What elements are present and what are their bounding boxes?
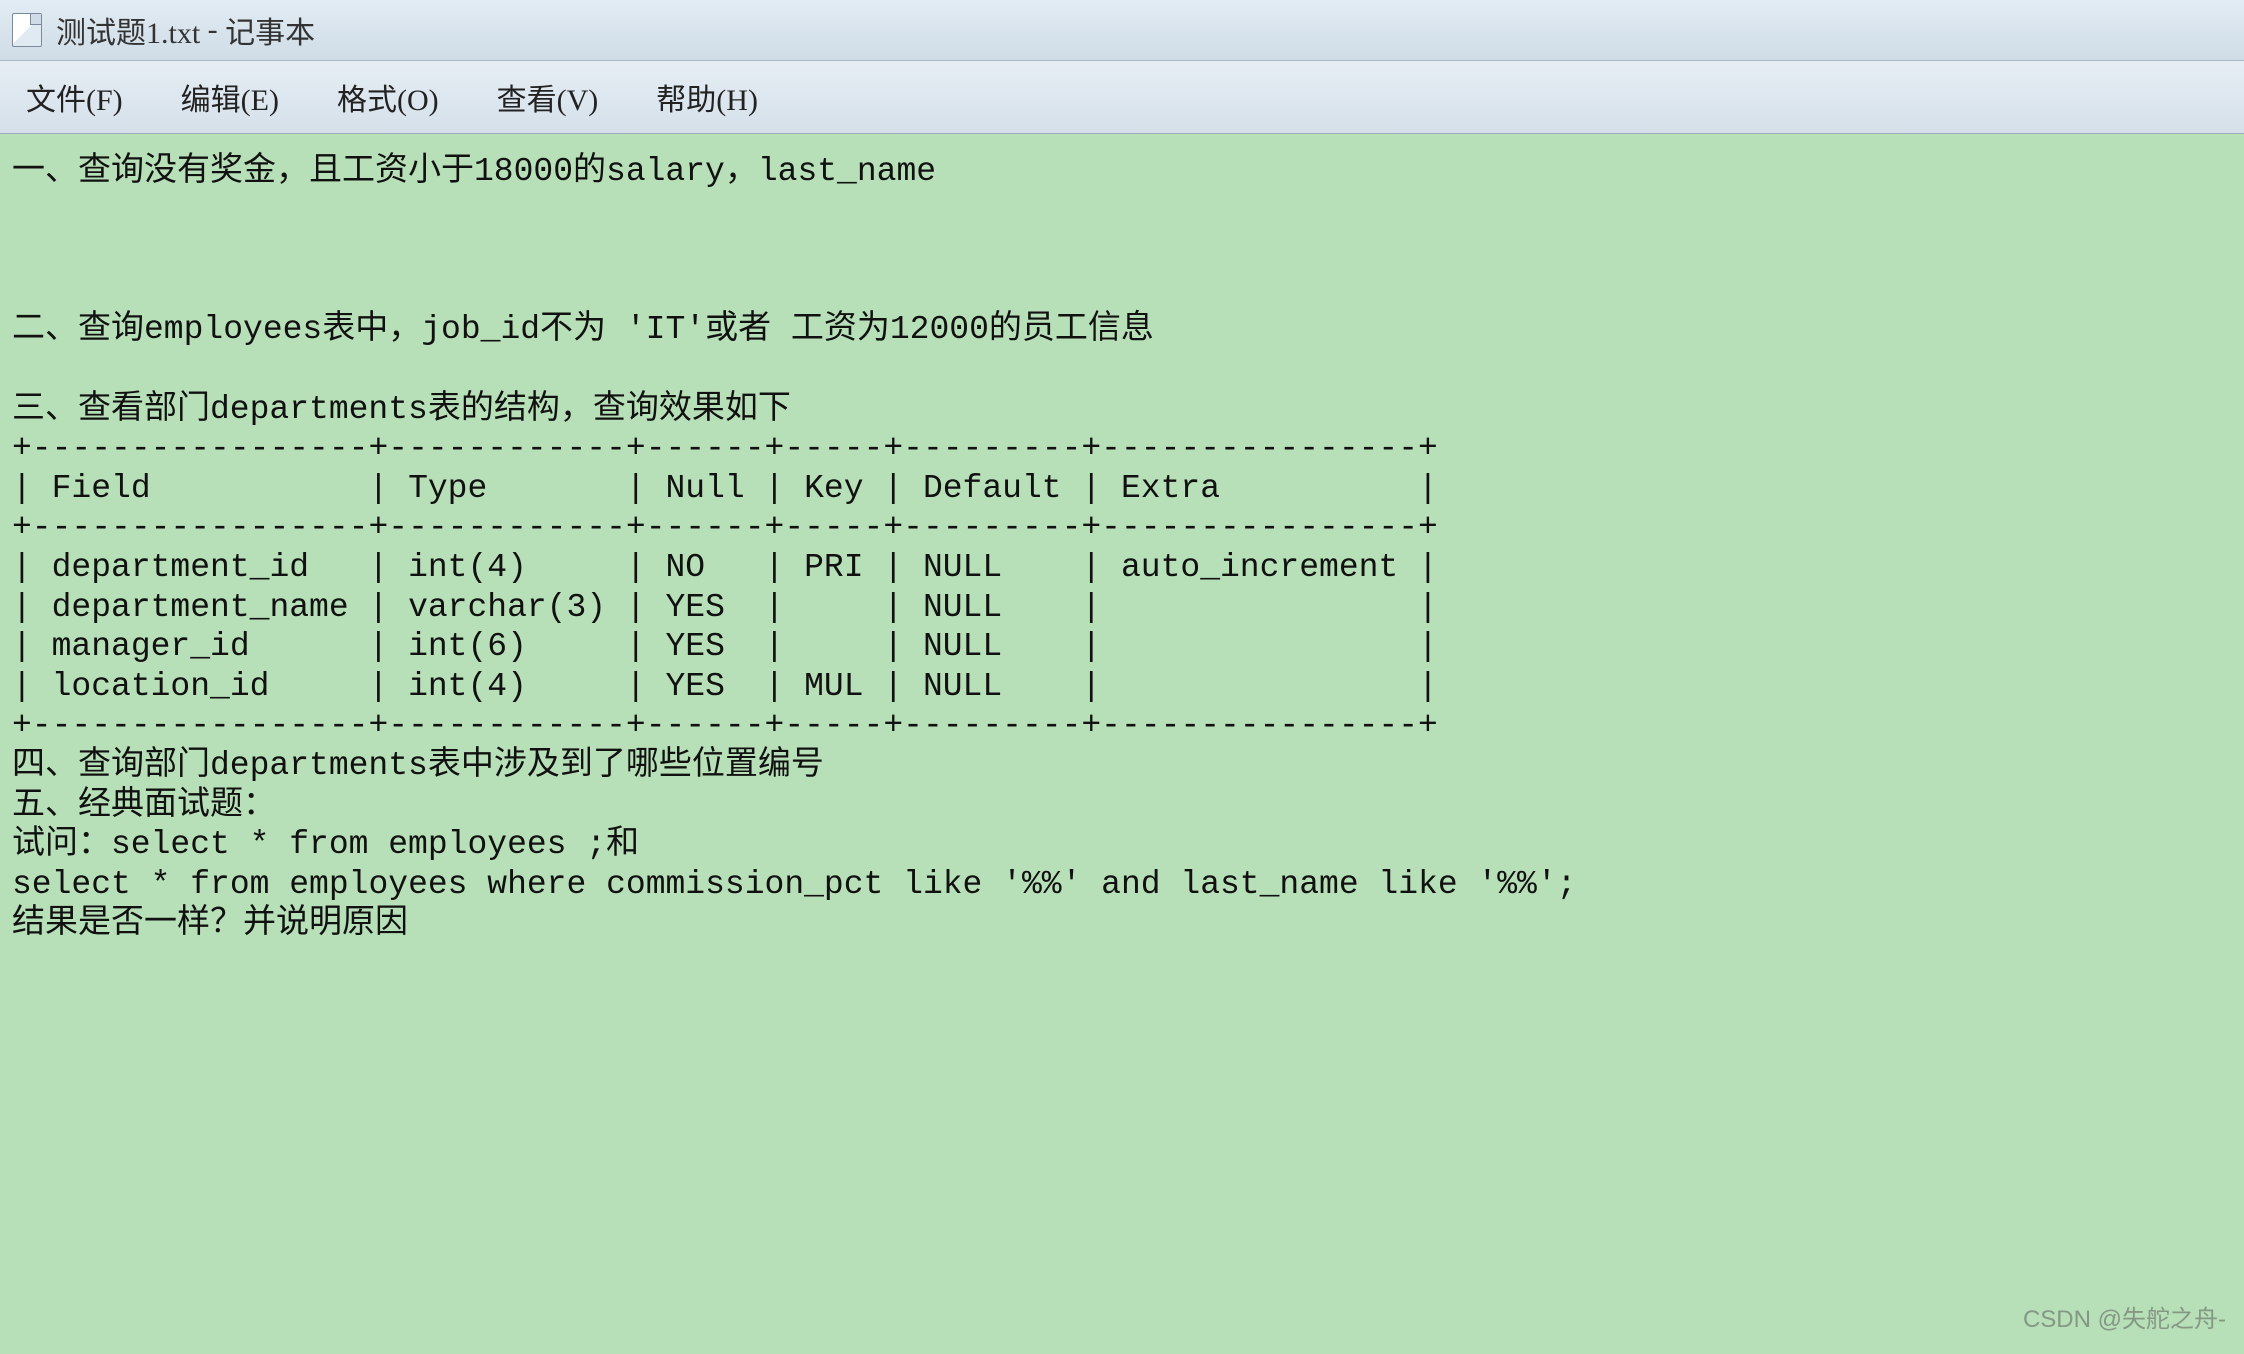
text-line: 一、查询没有奖金，且工资小于18000的salary，last_name [12, 153, 936, 190]
titlebar[interactable]: 测试题1.txt - 记事本 [0, 0, 2244, 61]
ascii-table-header: | Field | Type | Null | Key | Default | … [12, 470, 1438, 507]
editor-content[interactable]: 一、查询没有奖金，且工资小于18000的salary，last_name 二、查… [0, 134, 2244, 1354]
menubar: 文件(F) 编辑(E) 格式(O) 查看(V) 帮助(H) [0, 61, 2244, 134]
window-title-appname: 记事本 [225, 8, 315, 52]
menu-file[interactable]: 文件(F) [12, 69, 137, 125]
ascii-table-row: | department_name | varchar(3) | YES | |… [12, 589, 1438, 626]
window-title-filename: 测试题1.txt [56, 8, 200, 52]
text-line: 五、经典面试题： [12, 787, 276, 824]
text-line: 三、查看部门departments表的结构，查询效果如下 [12, 391, 791, 428]
ascii-table-border: +-----------------+------------+------+-… [12, 509, 1438, 546]
menu-help[interactable]: 帮助(H) [642, 69, 772, 125]
watermark: CSDN @失舵之舟- [2023, 1299, 2226, 1334]
notepad-file-icon [12, 13, 42, 47]
text-line: select * from employees where commission… [12, 866, 1576, 903]
text-line: 结果是否一样？并说明原因 [12, 905, 408, 942]
ascii-table-row: | location_id | int(4) | YES | MUL | NUL… [12, 668, 1438, 705]
text-line: 试问：select * from employees ;和 [12, 826, 639, 863]
text-line: 四、查询部门departments表中涉及到了哪些位置编号 [12, 747, 824, 784]
notepad-window: 测试题1.txt - 记事本 文件(F) 编辑(E) 格式(O) 查看(V) 帮… [0, 0, 2244, 1354]
menu-format[interactable]: 格式(O) [323, 69, 453, 125]
text-line: 二、查询employees表中，job_id不为 'IT'或者 工资为12000… [12, 311, 1154, 348]
menu-edit[interactable]: 编辑(E) [167, 69, 293, 125]
menu-view[interactable]: 查看(V) [483, 69, 613, 125]
ascii-table-row: | manager_id | int(6) | YES | | NULL | | [12, 628, 1438, 665]
ascii-table-border: +-----------------+------------+------+-… [12, 430, 1438, 467]
window-title-separator: - [200, 13, 225, 47]
ascii-table-row: | department_id | int(4) | NO | PRI | NU… [12, 549, 1438, 586]
ascii-table-border: +-----------------+------------+------+-… [12, 707, 1438, 744]
